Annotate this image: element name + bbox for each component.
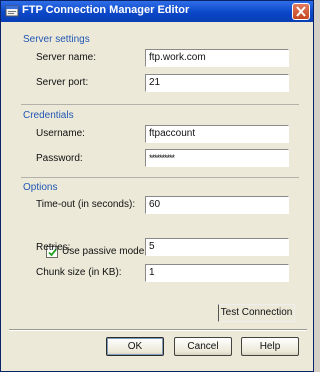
server-settings-heading: Server settings (23, 34, 90, 45)
server-port-label: Server port: (36, 77, 89, 88)
server-port-field[interactable]: 21 (145, 74, 289, 92)
close-icon (296, 6, 306, 17)
password-label: Password: (36, 153, 83, 164)
window-title: FTP Connection Manager Editor (22, 4, 190, 16)
username-field[interactable]: ftpaccount (145, 125, 289, 143)
password-field[interactable]: ********** (145, 149, 289, 167)
username-label: Username: (36, 128, 85, 139)
section-separator (21, 104, 299, 105)
close-button[interactable] (292, 3, 310, 20)
retries-label: Retries: (36, 242, 71, 253)
chunk-size-field[interactable]: 1 (145, 264, 289, 282)
title-bar[interactable]: FTP Connection Manager Editor (1, 1, 313, 22)
ok-button[interactable]: OK (106, 337, 164, 356)
timeout-label: Time-out (in seconds): (36, 199, 136, 210)
button-row-divider (9, 329, 307, 331)
retries-field[interactable]: 5 (145, 238, 289, 256)
options-heading: Options (23, 182, 58, 193)
ftp-connection-manager-editor-dialog: FTP Connection Manager Editor Server set… (0, 0, 314, 372)
test-connection-button[interactable]: Test Connection (218, 304, 295, 322)
ftp-window-icon (5, 4, 19, 18)
cancel-button[interactable]: Cancel (174, 337, 232, 356)
server-name-field[interactable]: ftp.work.com (145, 49, 289, 67)
passive-mode-label[interactable]: Use passive mode (62, 246, 144, 257)
section-separator (21, 177, 299, 178)
help-button[interactable]: Help (241, 337, 299, 356)
credentials-heading: Credentials (23, 110, 74, 121)
server-name-label: Server name: (36, 52, 97, 63)
chunk-size-label: Chunk size (in KB): (36, 267, 122, 278)
timeout-field[interactable]: 60 (145, 196, 289, 214)
